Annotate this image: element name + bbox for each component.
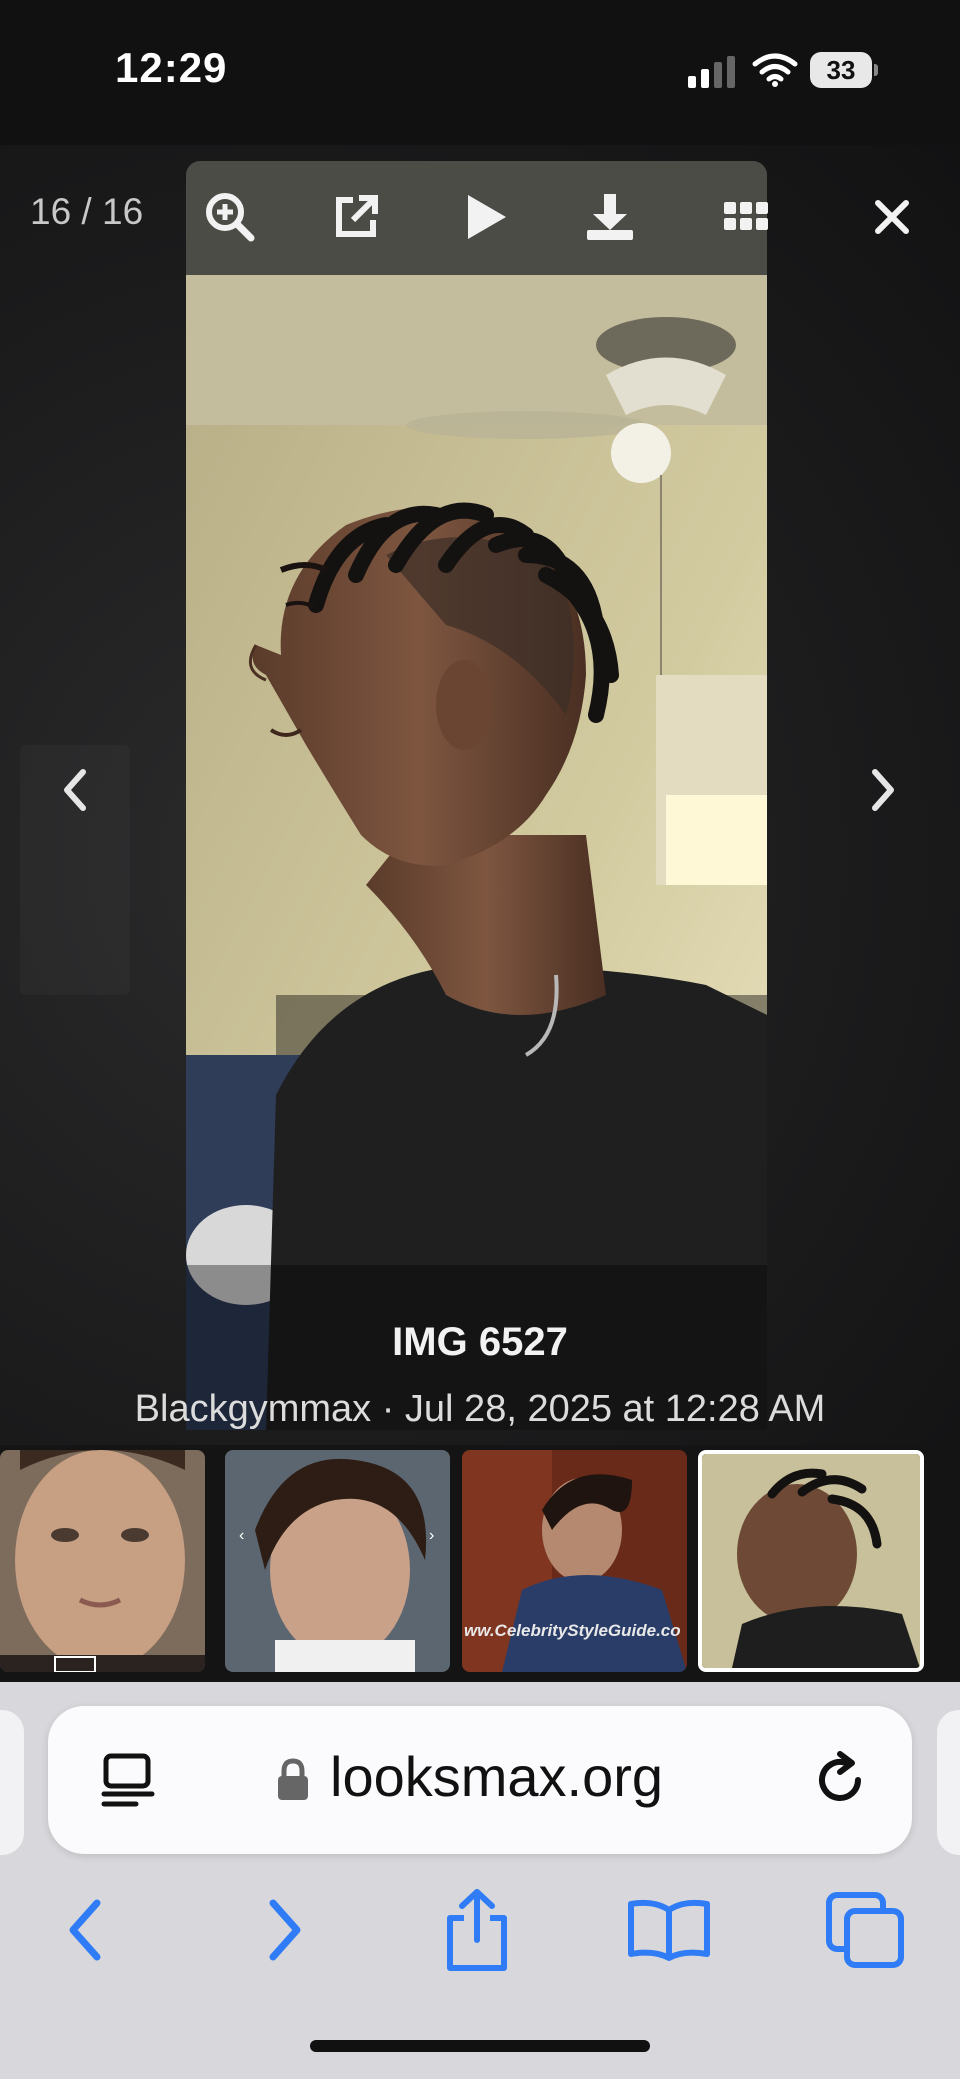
thumbnail-strip: ‹ › ww.CelebrityStyleGuide.co	[0, 1445, 960, 1682]
lock-icon	[278, 1758, 308, 1800]
open-external-icon[interactable]	[324, 185, 388, 249]
play-icon[interactable]	[454, 185, 518, 249]
download-icon[interactable]	[578, 185, 642, 249]
tabs-icon[interactable]	[820, 1885, 910, 1975]
next-tab-peek[interactable]	[937, 1710, 960, 1855]
page-menu-icon[interactable]	[96, 1748, 160, 1812]
grid-icon[interactable]	[714, 185, 778, 249]
svg-text:›: ›	[429, 1527, 434, 1544]
chevron-right-icon[interactable]	[853, 755, 913, 825]
thumbnail-item[interactable]	[0, 1450, 205, 1672]
bookmarks-icon[interactable]	[624, 1885, 714, 1975]
reload-icon[interactable]	[810, 1750, 870, 1810]
image-lightbox: 16 / 16 IMG 6527 Blackgymmax · Jul 28, 2…	[0, 145, 960, 1445]
chevron-left-icon[interactable]	[45, 755, 105, 825]
thumbnail-watermark: ww.CelebrityStyleGuide.co	[464, 1621, 681, 1640]
lightbox-image[interactable]	[186, 275, 767, 1430]
close-icon[interactable]	[860, 185, 924, 249]
battery-level: 33	[810, 52, 872, 88]
caption-meta: Blackgymmax · Jul 28, 2025 at 12:28 AM	[134, 1388, 826, 1430]
cellular-signal-icon	[688, 56, 735, 88]
back-icon[interactable]	[40, 1885, 130, 1975]
svg-text:‹: ‹	[239, 1527, 244, 1544]
status-time: 12:29	[115, 44, 228, 91]
thumbnail-item[interactable]: ww.CelebrityStyleGuide.co	[462, 1450, 687, 1672]
url-text: looksmax.org	[330, 1745, 664, 1808]
battery-icon: 33	[810, 52, 878, 88]
home-indicator	[310, 2040, 650, 2052]
zoom-in-icon[interactable]	[198, 185, 262, 249]
previous-tab-peek[interactable]	[0, 1710, 24, 1855]
share-icon[interactable]	[432, 1885, 522, 1975]
thumbnail-item[interactable]: ‹ ›	[225, 1450, 450, 1672]
thumbnail-item-selected[interactable]	[698, 1450, 924, 1672]
caption-title: IMG 6527	[392, 1320, 568, 1364]
address-bar[interactable]: looksmax.org	[48, 1706, 912, 1854]
battery-tip	[874, 64, 878, 76]
image-counter: 16 / 16	[30, 191, 144, 232]
status-bar: 12:29 33	[0, 0, 960, 145]
forward-icon[interactable]	[240, 1885, 330, 1975]
profile-photo	[186, 275, 767, 1430]
wifi-icon	[752, 53, 798, 87]
lightbox-toolbar	[186, 161, 768, 275]
